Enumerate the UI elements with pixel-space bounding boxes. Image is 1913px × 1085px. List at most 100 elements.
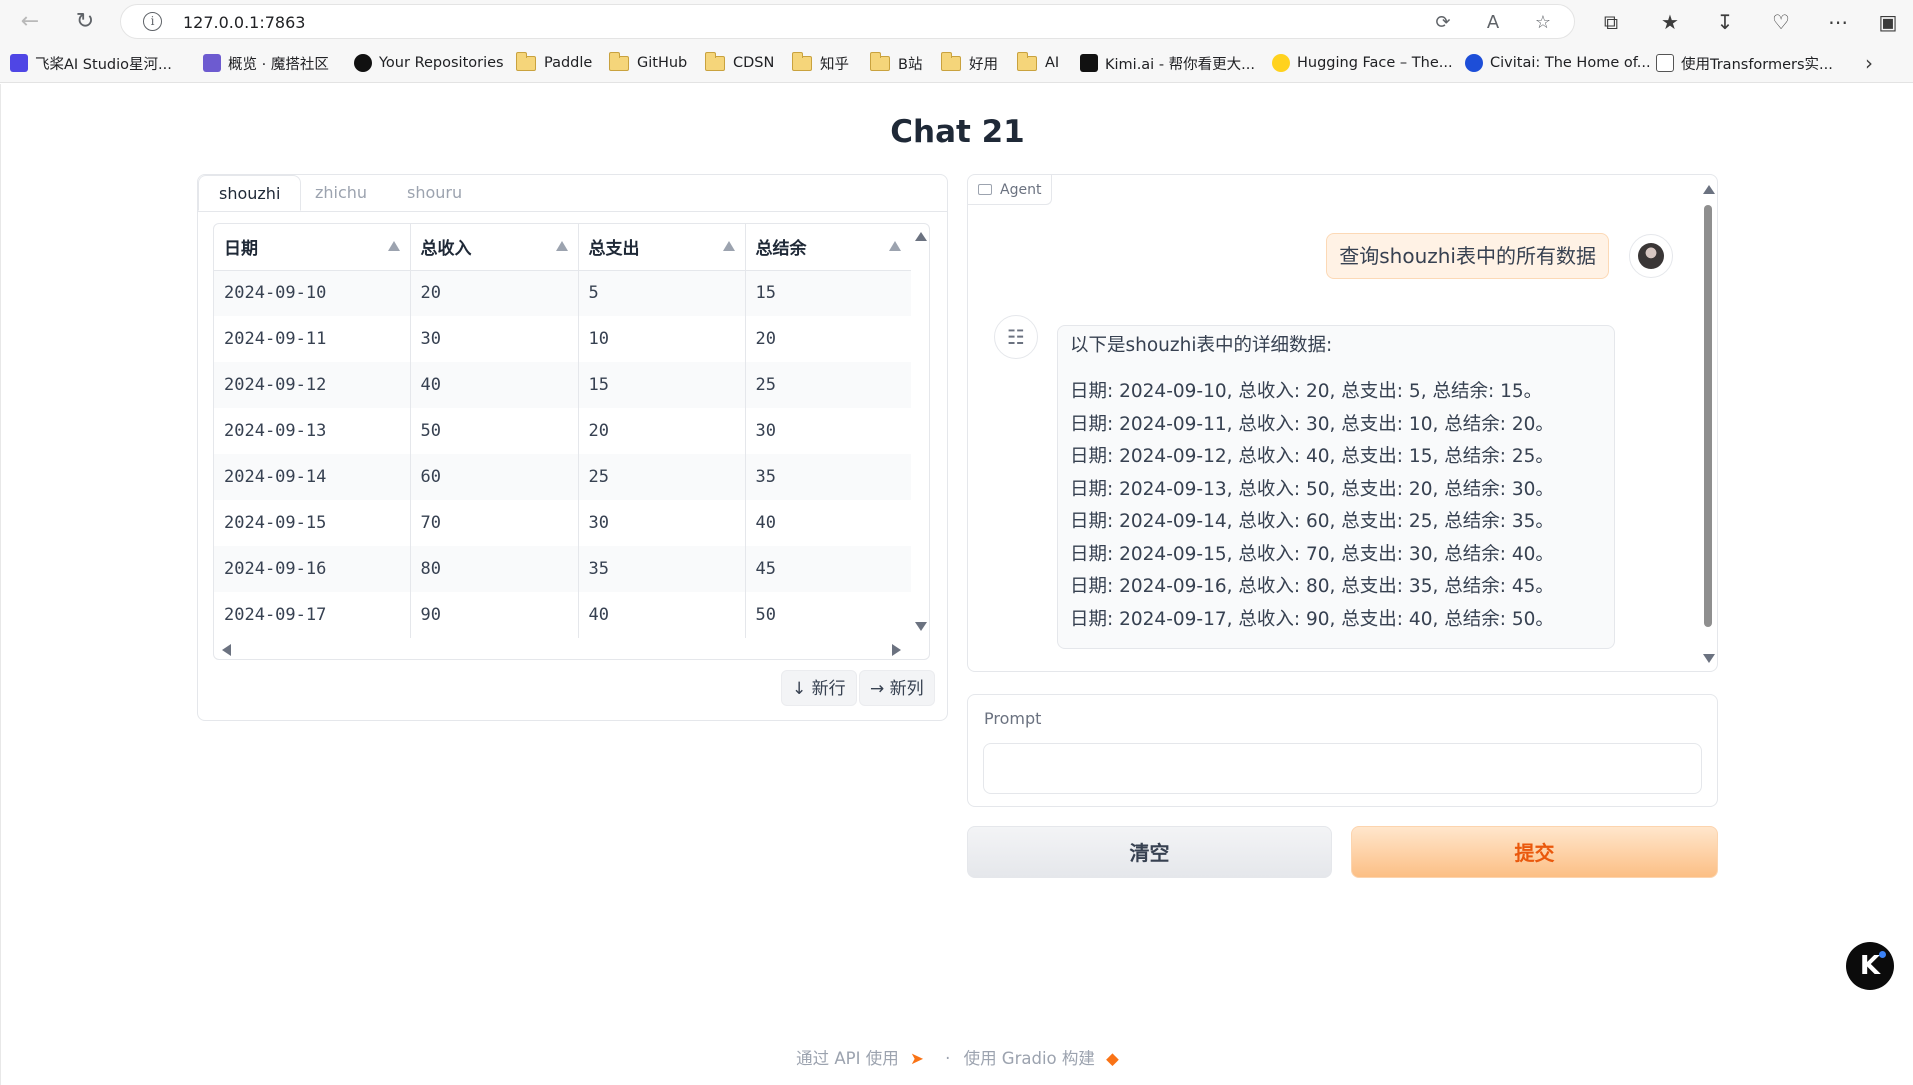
chat-scrollbar[interactable] — [1699, 175, 1717, 671]
bookmark-folder-ai[interactable]: AI — [1016, 51, 1059, 73]
bookmark-modelscope[interactable]: 概览 · 魔搭社区 — [203, 53, 329, 73]
table-cell[interactable]: 30 — [745, 408, 911, 454]
folder-icon — [1016, 51, 1037, 71]
assistant-floating-button[interactable]: K — [1846, 942, 1894, 990]
use-via-api-link[interactable]: 通过 API 使用 — [796, 1045, 899, 1069]
table-cell[interactable]: 70 — [410, 500, 579, 546]
table-cell[interactable]: 25 — [745, 362, 911, 408]
table-cell[interactable]: 40 — [578, 592, 746, 638]
scroll-down-arrow-icon[interactable] — [1703, 654, 1715, 663]
prompt-label: Prompt — [984, 709, 1042, 728]
table-cell[interactable]: 2024-09-17 — [214, 592, 411, 638]
bookmark-civitai[interactable]: Civitai: The Home of... — [1465, 53, 1651, 73]
bookmark-label: Your Repositories — [379, 55, 504, 71]
table-cell[interactable]: 35 — [745, 454, 911, 500]
bookmark-label: CDSN — [733, 55, 775, 71]
table-cell[interactable]: 40 — [745, 500, 911, 546]
bookmark-folder-cdsn[interactable]: CDSN — [704, 51, 775, 73]
bookmark-github-repos[interactable]: Your Repositories — [354, 53, 504, 73]
bookmark-kimi[interactable]: Kimi.ai - 帮你看更大... — [1080, 53, 1255, 73]
bookmark-folder-zhihu[interactable]: 知乎 — [791, 51, 849, 73]
table-cell[interactable]: 20 — [410, 270, 579, 316]
table-vertical-scrollbar[interactable] — [911, 224, 929, 641]
table-cell[interactable]: 2024-09-15 — [214, 500, 411, 546]
table-cell[interactable]: 2024-09-12 — [214, 362, 411, 408]
add-column-button[interactable]: → 新列 — [859, 670, 935, 706]
extensions-icon[interactable]: ⧉ — [1596, 7, 1626, 37]
bookmark-folder-paddle[interactable]: Paddle — [515, 51, 592, 73]
submit-button[interactable]: 提交 — [1351, 826, 1718, 878]
built-with-gradio-link[interactable]: 使用 Gradio 构建 — [964, 1045, 1095, 1069]
sort-icon[interactable] — [722, 241, 735, 251]
tab-zhichu[interactable]: zhichu — [295, 175, 387, 211]
table-cell[interactable]: 2024-09-16 — [214, 546, 411, 592]
table-cell[interactable]: 5 — [578, 270, 746, 316]
table-cell[interactable]: 45 — [745, 546, 911, 592]
scroll-down-arrow-icon[interactable] — [915, 622, 927, 631]
read-aloud-icon[interactable]: A — [1481, 11, 1505, 35]
sort-icon[interactable] — [555, 241, 568, 251]
table-cell[interactable]: 2024-09-10 — [214, 270, 411, 316]
scroll-left-arrow-icon[interactable] — [222, 644, 231, 656]
table-cell[interactable]: 30 — [410, 316, 579, 362]
scrollbar-thumb[interactable] — [1704, 205, 1712, 627]
bookmark-folder-haoyong[interactable]: 好用 — [940, 51, 998, 73]
scroll-right-arrow-icon[interactable] — [892, 644, 901, 656]
back-icon[interactable]: ← — [15, 6, 45, 36]
sidebar-icon[interactable]: ▣ — [1873, 7, 1903, 37]
table-cell[interactable]: 35 — [578, 546, 746, 592]
scroll-up-arrow-icon[interactable] — [1703, 185, 1715, 194]
table-cell[interactable]: 30 — [578, 500, 746, 546]
sort-icon[interactable] — [387, 241, 400, 251]
table-cell[interactable]: 80 — [410, 546, 579, 592]
column-header-balance[interactable]: 总结余 — [745, 224, 911, 271]
table-cell[interactable]: 20 — [578, 408, 746, 454]
table-cell[interactable]: 60 — [410, 454, 579, 500]
table-cell[interactable]: 20 — [745, 316, 911, 362]
url-text[interactable]: 127.0.0.1:7863 — [183, 13, 305, 32]
table-cell[interactable]: 50 — [745, 592, 911, 638]
table-cell[interactable]: 15 — [578, 362, 746, 408]
robot-icon: ☷ — [1007, 325, 1025, 349]
refresh-page-icon[interactable]: ⟳ — [1431, 11, 1455, 35]
performance-icon[interactable]: ♡ — [1766, 7, 1796, 37]
table-cell[interactable]: 40 — [410, 362, 579, 408]
bookmark-paddle-ai-studio[interactable]: 飞桨AI Studio星河... — [10, 53, 172, 73]
bot-message-line: 日期: 2024-09-14, 总收入: 60, 总支出: 25, 总结余: 3… — [1070, 511, 1554, 532]
sort-icon[interactable] — [889, 241, 901, 251]
site-info-icon[interactable]: i — [143, 12, 162, 31]
table-cell[interactable]: 50 — [410, 408, 579, 454]
table-cell[interactable]: 15 — [745, 270, 911, 316]
modelscope-icon — [203, 54, 221, 72]
bookmark-transformers[interactable]: 使用Transformers实... — [1656, 53, 1833, 73]
reload-icon[interactable]: ↻ — [70, 6, 100, 36]
address-bar[interactable]: i 127.0.0.1:7863 ⟳ A ☆ — [120, 4, 1575, 39]
huggingface-icon — [1272, 54, 1290, 72]
tab-shouzhi[interactable]: shouzhi — [198, 175, 302, 211]
table-horizontal-scrollbar[interactable] — [214, 639, 911, 659]
table-cell[interactable]: 2024-09-11 — [214, 316, 411, 362]
table-cell[interactable]: 2024-09-14 — [214, 454, 411, 500]
prompt-input[interactable] — [983, 743, 1702, 794]
tab-shouru[interactable]: shouru — [387, 175, 482, 211]
scroll-up-arrow-icon[interactable] — [915, 232, 927, 241]
table-cell[interactable]: 2024-09-13 — [214, 408, 411, 454]
download-icon[interactable]: ↧ — [1710, 7, 1740, 37]
add-row-button[interactable]: ↓ 新行 — [781, 670, 857, 706]
bookmark-label: GitHub — [637, 55, 688, 71]
more-icon[interactable]: ⋯ — [1823, 7, 1853, 37]
table-cell[interactable]: 25 — [578, 454, 746, 500]
table-cell[interactable]: 10 — [578, 316, 746, 362]
column-header-income[interactable]: 总收入 — [410, 224, 579, 271]
bookmarks-overflow-chevron-icon[interactable]: › — [1865, 51, 1873, 75]
bookmark-folder-github[interactable]: GitHub — [608, 51, 688, 73]
favorite-star-icon[interactable]: ☆ — [1531, 11, 1555, 35]
column-header-expense[interactable]: 总支出 — [578, 224, 746, 271]
column-header-date[interactable]: 日期 — [214, 224, 411, 271]
table-cell[interactable]: 90 — [410, 592, 579, 638]
tab-divider — [198, 211, 947, 212]
clear-button[interactable]: 清空 — [967, 826, 1332, 878]
favorites-icon[interactable]: ★ — [1655, 7, 1685, 37]
bookmark-hugging-face[interactable]: Hugging Face – The... — [1272, 53, 1453, 73]
bookmark-folder-bilibili[interactable]: B站 — [869, 51, 922, 73]
